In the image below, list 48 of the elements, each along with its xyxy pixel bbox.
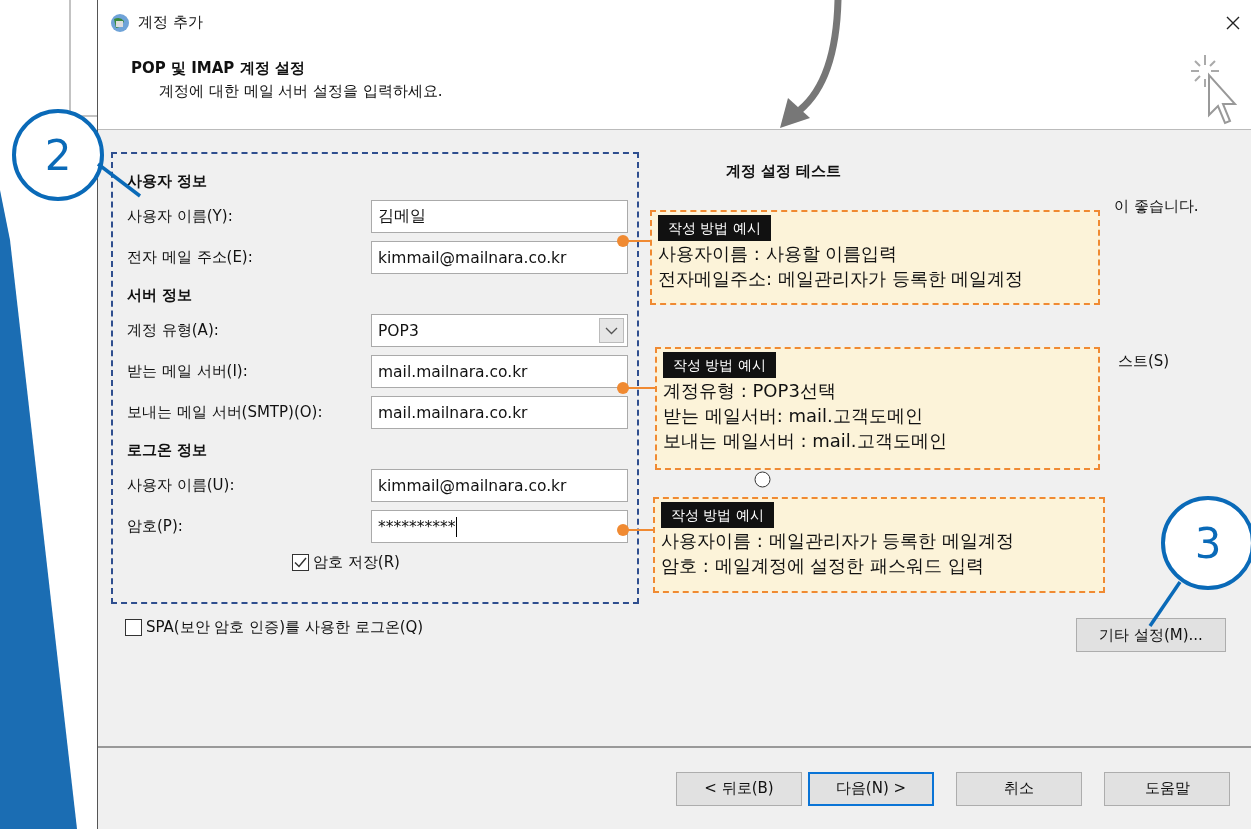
step-number: 3 [1194,519,1222,568]
field-label: 사용자 이름(Y): [127,207,234,226]
input-field[interactable]: mail.mailnara.co.kr [371,396,628,429]
field-label: 계정 유형(A): [127,321,220,340]
callout-tag: 작성 방법 예시 [661,502,774,528]
callout-text: 사용자이름 : 메일관리자가 등록한 메일계정 [661,529,1015,553]
checkbox[interactable] [292,554,310,571]
description-text: 이 좋습니다. [1114,197,1200,216]
callout-text: 받는 메일서버: mail.고객도메인 [663,404,924,428]
dialog-button[interactable]: 다음(N) > [808,771,934,806]
section-heading: 로그온 정보 [127,439,209,461]
globe-icon [110,12,130,33]
callout-text: 계정유형 : POP3선택 [663,379,837,403]
callout-text: 사용자이름 : 사용할 이름입력 [658,242,899,266]
more-settings-button[interactable]: 기타 설정(M)... [1076,618,1226,652]
callout-tag: 작성 방법 예시 [663,352,776,378]
callout-tag: 작성 방법 예시 [658,215,771,241]
step-number: 2 [44,131,72,180]
section-heading: 사용자 정보 [127,170,209,192]
section-heading: 계정 설정 테스트 [726,162,843,181]
checkbox[interactable] [125,619,142,636]
input-field[interactable]: kimmail@mailnara.co.kr [371,469,628,502]
input-field[interactable]: kimmail@mailnara.co.kr [371,241,628,274]
dropdown-chevron-icon [599,318,624,343]
field-label: 전자 메일 주소(E): [127,248,254,267]
page-subtitle: 계정에 대한 메일 서버 설정을 입력하세요. [158,82,444,101]
input-field[interactable]: 김메일 [371,200,628,233]
section-heading: 서버 정보 [127,284,194,306]
checkbox-label: 암호 저장(R) [313,553,400,572]
window-title: 계정 추가 [138,13,204,32]
callout-text: 암호 : 메일계정에 설정한 패스워드 입력 [661,554,985,578]
field-label: 보내는 메일 서버(SMTP)(O): [127,403,324,422]
input-field[interactable]: mail.mailnara.co.kr [371,355,628,388]
dialog-button[interactable]: < 뒤로(B) [676,771,802,806]
callout-text: 전자메일주소: 메일관리자가 등록한 메일계정 [658,267,1025,291]
field-label: 사용자 이름(U): [127,476,236,495]
dialog-button[interactable]: 취소 [956,771,1082,806]
callout-text: 보내는 메일서버 : mail.고객도메인 [663,429,948,453]
radio-button[interactable] [754,471,771,488]
field-label: 암호(P): [127,517,184,536]
checkbox-label: 스트(S) [1118,352,1171,371]
password-field[interactable]: ********** [371,510,628,543]
checkbox-label: SPA(보안 암호 인증)를 사용한 로그온(Q) [146,618,424,637]
dialog-button[interactable]: 도움말 [1104,771,1230,806]
page-heading: POP 및 IMAP 계정 설정 [131,59,306,78]
field-label: 받는 메일 서버(I): [127,362,249,381]
close-icon[interactable] [1225,14,1241,31]
account-type-dropdown[interactable]: POP3 [371,314,628,347]
